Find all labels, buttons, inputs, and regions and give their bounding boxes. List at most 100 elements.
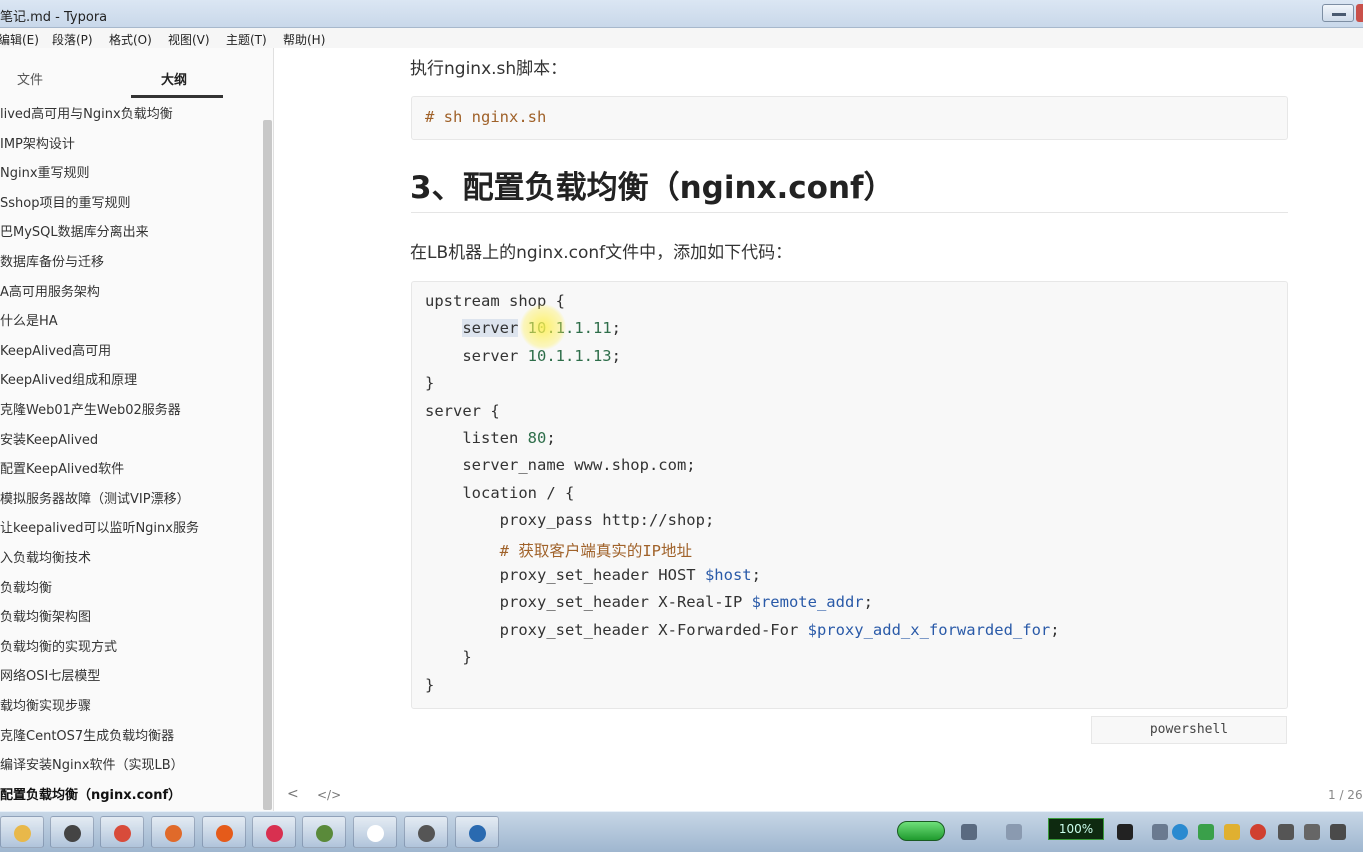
xshell-icon bbox=[469, 825, 486, 842]
code-line: location / { bbox=[425, 483, 575, 502]
outline-item[interactable]: KeepAlived组成和原理 bbox=[0, 369, 137, 388]
outline-item[interactable]: Nginx重写规则 bbox=[0, 162, 90, 181]
tray-app-icon[interactable] bbox=[1172, 824, 1188, 840]
outline-item[interactable]: 负载均衡的实现方式 bbox=[0, 636, 117, 655]
firefox-icon bbox=[216, 825, 233, 842]
taskbar-app-button[interactable] bbox=[353, 816, 397, 848]
outline-item[interactable]: 负载均衡架构图 bbox=[0, 606, 91, 625]
file-explorer-icon bbox=[14, 825, 31, 842]
status-bar: < </> 1 / 26 bbox=[275, 778, 1363, 811]
app-red-icon bbox=[266, 825, 283, 842]
code-line: server_name www.shop.com; bbox=[425, 456, 696, 475]
network-icon[interactable] bbox=[961, 824, 977, 840]
taskbar-app-button[interactable] bbox=[151, 816, 195, 848]
code-line: proxy_set_header X-Forwarded-For $proxy_… bbox=[425, 620, 1060, 639]
active-tab-indicator bbox=[131, 95, 223, 98]
menu-format[interactable]: 格式(O) bbox=[109, 31, 152, 48]
outline-item[interactable]: 克隆CentOS7生成负载均衡器 bbox=[0, 725, 174, 744]
tray-cloud-icon[interactable] bbox=[1224, 824, 1240, 840]
code-line: } bbox=[425, 374, 435, 393]
ghost-icon bbox=[64, 825, 81, 842]
outline-item[interactable]: 配置负载均衡（nginx.conf） bbox=[0, 784, 181, 803]
code-language-input[interactable]: powershell bbox=[1091, 716, 1287, 744]
menu-edit[interactable]: 编辑(E) bbox=[0, 31, 39, 48]
outline-item[interactable]: 入负载均衡技术 bbox=[0, 547, 91, 566]
outline-item[interactable]: 模拟服务器故障（测试VIP漂移） bbox=[0, 488, 190, 507]
tray-arrow-icon[interactable] bbox=[1152, 824, 1168, 840]
taskbar-app-button[interactable] bbox=[202, 816, 246, 848]
typora-icon bbox=[367, 825, 384, 842]
outline-item[interactable]: 网络OSI七层模型 bbox=[0, 665, 100, 684]
taskbar-app-button[interactable] bbox=[252, 816, 296, 848]
outline-item[interactable]: 数据库备份与迁移 bbox=[0, 251, 104, 270]
outline-item[interactable]: 巴MySQL数据库分离出来 bbox=[0, 221, 149, 240]
source-code-icon[interactable]: </> bbox=[317, 788, 341, 802]
outline-item[interactable]: 安装KeepAlived bbox=[0, 429, 98, 448]
editor[interactable]: 执行nginx.sh脚本： # sh nginx.sh 3、配置负载均衡（ngi… bbox=[275, 48, 1363, 811]
outline-item[interactable]: 克隆Web01产生Web02服务器 bbox=[0, 399, 181, 418]
code-block-script[interactable]: # sh nginx.sh bbox=[411, 96, 1288, 140]
menu-theme[interactable]: 主题(T) bbox=[226, 31, 267, 48]
keyboard-icon[interactable] bbox=[1006, 824, 1022, 840]
code-line: proxy_set_header HOST $host; bbox=[425, 566, 761, 584]
plug-icon[interactable] bbox=[1117, 824, 1133, 840]
outline-item[interactable]: lived高可用与Nginx负载均衡 bbox=[0, 103, 173, 122]
taskbar-app-button[interactable] bbox=[100, 816, 144, 848]
cursor-highlight bbox=[520, 304, 566, 350]
menu-paragraph[interactable]: 段落(P) bbox=[52, 31, 93, 48]
outline-item[interactable]: 负载均衡 bbox=[0, 577, 52, 596]
code-line: server 10.1.1.13; bbox=[425, 346, 621, 365]
close-button[interactable] bbox=[1356, 4, 1363, 22]
chevron-left-icon[interactable]: < bbox=[287, 786, 299, 802]
outline-item[interactable]: Sshop项目的重写规则 bbox=[0, 192, 130, 211]
sidebar: 文件 大纲 lived高可用与Nginx负载均衡 IMP架构设计 Nginx重写规则… bbox=[0, 48, 274, 811]
tray-update-icon[interactable] bbox=[1198, 824, 1214, 840]
code-line: proxy_pass http://shop; bbox=[425, 511, 715, 530]
tab-files[interactable]: 文件 bbox=[17, 69, 43, 88]
tray-flag-icon[interactable] bbox=[1304, 824, 1320, 840]
minimize-icon bbox=[1332, 13, 1346, 16]
code-line: # 获取客户端真实的IP地址 bbox=[425, 541, 692, 560]
sidebar-scrollbar[interactable] bbox=[263, 120, 272, 810]
title-bar: 笔记.md - Typora bbox=[0, 0, 1363, 28]
paragraph-add-code: 在LB机器上的nginx.conf文件中，添加如下代码： bbox=[410, 243, 793, 263]
taskbar-app-button[interactable] bbox=[0, 816, 44, 848]
battery-indicator bbox=[897, 821, 945, 841]
code-line: } bbox=[425, 675, 435, 694]
terminal-icon bbox=[316, 825, 333, 842]
heading-divider bbox=[411, 212, 1288, 213]
tray-usb-icon[interactable] bbox=[1278, 824, 1294, 840]
menu-help[interactable]: 帮助(H) bbox=[283, 31, 325, 48]
outline-item[interactable]: 配置KeepAlived软件 bbox=[0, 458, 124, 477]
outline-item[interactable]: 让keepalived可以监听Nginx服务 bbox=[0, 517, 199, 536]
code-line: listen 80; bbox=[425, 429, 556, 447]
outline-item[interactable]: 什么是HA bbox=[0, 310, 58, 329]
paragraph-run-script: 执行nginx.sh脚本： bbox=[410, 59, 568, 79]
heading-load-balance: 3、配置负载均衡（nginx.conf） bbox=[410, 170, 895, 206]
word-count[interactable]: 1 / 26 bbox=[1328, 788, 1363, 802]
battery-percent: 100% bbox=[1048, 818, 1104, 840]
taskbar-app-button[interactable] bbox=[50, 816, 94, 848]
outline-item[interactable]: 编译安装Nginx软件（实现LB） bbox=[0, 754, 184, 773]
tab-outline[interactable]: 大纲 bbox=[161, 69, 187, 88]
window-title: 笔记.md - Typora bbox=[0, 10, 108, 25]
menu-view[interactable]: 视图(V) bbox=[168, 31, 210, 48]
minimize-button[interactable] bbox=[1322, 4, 1354, 22]
tray-security-icon[interactable] bbox=[1250, 824, 1266, 840]
volume-icon[interactable] bbox=[1330, 824, 1346, 840]
browser-icon bbox=[165, 825, 182, 842]
outline-item[interactable]: 载均衡实现步骤 bbox=[0, 695, 91, 714]
taskbar-app-button[interactable] bbox=[455, 816, 499, 848]
menu-bar: 编辑(E) 段落(P) 格式(O) 视图(V) 主题(T) 帮助(H) bbox=[0, 28, 1363, 48]
vm-icon bbox=[418, 825, 435, 842]
taskbar: 100% bbox=[0, 811, 1363, 852]
chrome-icon bbox=[114, 825, 131, 842]
code-line: server { bbox=[425, 401, 500, 420]
outline-item[interactable]: A高可用服务架构 bbox=[0, 281, 100, 300]
code-line: # sh nginx.sh bbox=[425, 108, 547, 126]
taskbar-app-button[interactable] bbox=[302, 816, 346, 848]
code-line: } bbox=[425, 648, 472, 667]
outline-item[interactable]: IMP架构设计 bbox=[0, 133, 75, 152]
taskbar-app-button[interactable] bbox=[404, 816, 448, 848]
outline-item[interactable]: KeepAlived高可用 bbox=[0, 340, 111, 359]
